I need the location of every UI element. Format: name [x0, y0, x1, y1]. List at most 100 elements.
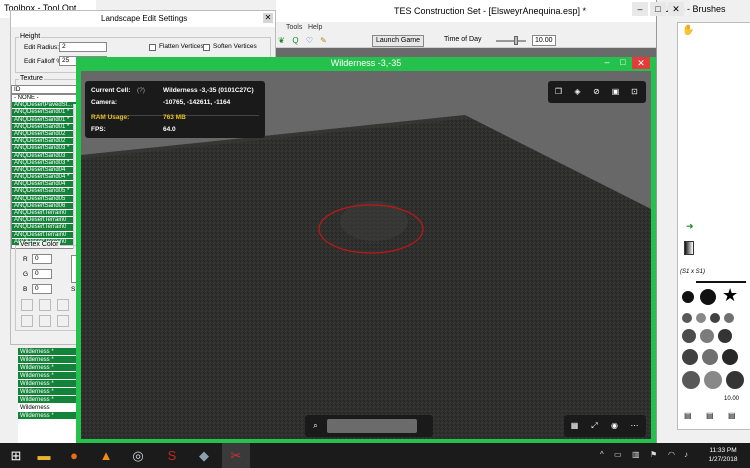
brush-star-icon[interactable]: ★: [722, 285, 738, 305]
cell-list-item[interactable]: Wilderness *: [18, 388, 78, 396]
brush-texture-6[interactable]: [722, 349, 738, 365]
cell-list-item[interactable]: Wilderness *: [18, 356, 78, 364]
brush-round-small[interactable]: [682, 291, 694, 303]
layers-icon[interactable]: ◈: [571, 85, 584, 98]
texture-list-item[interactable]: ANQDesertSand04: [12, 166, 80, 175]
g-input[interactable]: 0: [32, 269, 52, 279]
3d-viewport-canvas[interactable]: Current Cell: (?) Wilderness -3,-35 (010…: [81, 71, 651, 439]
tray-volume-icon[interactable]: ♪: [684, 450, 688, 459]
cell-list-item[interactable]: Wilderness *: [18, 380, 78, 388]
cell-list-item[interactable]: Wilderness *: [18, 364, 78, 372]
minimize-icon[interactable]: –: [632, 2, 648, 16]
brush-round-large[interactable]: [700, 289, 716, 305]
cell-list[interactable]: Wilderness * Wilderness * Wilderness * Wild…: [18, 348, 78, 443]
brush-texture-9[interactable]: [726, 371, 744, 389]
brush-texture-2[interactable]: [700, 329, 714, 343]
brush-soft-3[interactable]: [710, 313, 720, 323]
texture-list-item[interactable]: ANQDesertSand04 *: [12, 174, 80, 182]
brush-soft-1[interactable]: [682, 313, 692, 323]
texture-list-item[interactable]: ANQDesertSand05 *: [12, 188, 80, 196]
texture-list-item[interactable]: ANQDesertSand02: [12, 138, 80, 146]
windows-start-icon[interactable]: ⊞: [2, 443, 30, 468]
tray-flag-icon[interactable]: ⚑: [650, 450, 657, 459]
soften-checkbox[interactable]: [203, 44, 210, 51]
viewport-maximize-icon[interactable]: □: [616, 57, 630, 67]
texture-list-item[interactable]: ANQDesertSand01 *: [12, 123, 80, 131]
grid-icon[interactable]: ▦: [568, 419, 581, 432]
menu-tools[interactable]: Tools: [286, 22, 302, 34]
maximize-icon[interactable]: □: [650, 2, 666, 16]
search-icon[interactable]: ⌕: [309, 419, 322, 432]
more-icon[interactable]: ⋯: [628, 419, 641, 432]
landscape-titlebar[interactable]: Landscape Edit Settings ✕: [11, 11, 275, 27]
texture-list[interactable]: - NONE - ANQDesertPavedSt... ANQDesertSand…: [11, 94, 81, 249]
texture-list-item[interactable]: ANQDesertSand06: [12, 202, 80, 210]
help-hint[interactable]: (?): [137, 87, 145, 94]
apply-arrow-icon[interactable]: ➜: [686, 221, 694, 232]
tray-network-icon[interactable]: ▥: [632, 450, 640, 459]
tray-chevron-icon[interactable]: ^: [600, 450, 604, 459]
tray-wifi-icon[interactable]: ◠: [668, 450, 675, 459]
frame-icon[interactable]: ⊡: [628, 85, 641, 98]
brush-soft-2[interactable]: [696, 313, 706, 323]
vlc-icon[interactable]: ▲: [92, 443, 120, 468]
menu-help[interactable]: Help: [308, 22, 322, 34]
texture-list-item[interactable]: ANQDesertTerrain0: [12, 231, 80, 239]
time-of-day-input[interactable]: 10.00: [532, 35, 556, 46]
brush-texture-5[interactable]: [702, 349, 718, 365]
hide-icon[interactable]: ⊘: [590, 85, 603, 98]
texture-list-item[interactable]: ANQDesertPavedSt...: [12, 102, 80, 110]
eye-icon[interactable]: ◉: [608, 419, 621, 432]
texture-list-item[interactable]: ANQDesertSand03: [12, 152, 80, 160]
texture-list-item[interactable]: ANQDesertSand03 *: [12, 145, 80, 153]
fullscreen-icon[interactable]: ⤢: [588, 419, 601, 432]
texture-list-item[interactable]: ANQDesertSand02: [12, 130, 80, 139]
b-input[interactable]: 0: [32, 284, 52, 294]
lock-icon[interactable]: ▣: [609, 85, 622, 98]
texture-list-item[interactable]: ANQDesertSand03 *: [12, 159, 80, 167]
copy-icon[interactable]: ❐: [552, 85, 565, 98]
viewport-minimize-icon[interactable]: –: [600, 57, 614, 67]
cell-list-item[interactable]: Wilderness *: [18, 412, 78, 420]
launch-game-button[interactable]: Launch Game: [372, 35, 424, 47]
close-icon[interactable]: ✕: [668, 2, 684, 16]
pen-icon[interactable]: ✎: [318, 35, 329, 46]
viewport-search-input[interactable]: [327, 419, 417, 433]
texture-list-item[interactable]: ANQDesertSand01 *: [12, 109, 80, 117]
color-slot-5[interactable]: [39, 315, 51, 327]
texture-list-header[interactable]: ID: [11, 85, 81, 94]
brush-soft-4[interactable]: [724, 313, 734, 323]
construction-set-icon[interactable]: ✂: [222, 443, 250, 468]
viewport-close-icon[interactable]: ✕: [632, 57, 650, 69]
texture-list-item[interactable]: ANQDesertTerrain0: [12, 224, 80, 232]
brush-texture-8[interactable]: [704, 371, 722, 389]
firefox-icon[interactable]: ●: [60, 443, 88, 468]
texture-list-item[interactable]: ANQDesertSand01 *: [12, 116, 80, 124]
brush-icon-b[interactable]: ▤: [706, 411, 714, 420]
q-icon[interactable]: Q: [290, 35, 301, 46]
app-s-icon[interactable]: S: [158, 443, 186, 468]
brush-texture-1[interactable]: [682, 329, 696, 343]
landscape-close-button[interactable]: ✕: [263, 13, 273, 23]
color-slot-1[interactable]: [21, 299, 33, 311]
texture-list-item[interactable]: - NONE -: [12, 95, 80, 103]
taskbar-clock[interactable]: 11:33 PM 1/27/2018: [700, 446, 746, 464]
viewport-titlebar[interactable]: Wilderness -3,-35 – □ ✕: [76, 57, 656, 71]
texture-list-item[interactable]: ANQDesertSand04: [12, 181, 80, 189]
cell-list-item[interactable]: Wilderness *: [18, 396, 78, 404]
brush-line[interactable]: [696, 281, 746, 283]
texture-list-item[interactable]: ANQDesertTerrain0: [12, 210, 80, 218]
steam-icon[interactable]: ◎: [124, 443, 152, 468]
brush-texture-7[interactable]: [682, 371, 700, 389]
file-explorer-icon[interactable]: ▬: [30, 443, 58, 468]
leaf-icon[interactable]: ❦: [276, 35, 287, 46]
brush-icon-a[interactable]: ▤: [684, 411, 692, 420]
brush-texture-4[interactable]: [682, 349, 698, 365]
flatten-checkbox[interactable]: [149, 44, 156, 51]
texture-list-item[interactable]: ANQDesertSand05: [12, 195, 80, 203]
texture-list-item[interactable]: ANQDesertTerrain0: [12, 217, 80, 225]
time-slider-handle[interactable]: [514, 36, 518, 45]
brush-texture-3[interactable]: [718, 329, 732, 343]
lasso-icon[interactable]: ♡: [304, 35, 315, 46]
cell-list-item[interactable]: Wilderness *: [18, 348, 78, 356]
